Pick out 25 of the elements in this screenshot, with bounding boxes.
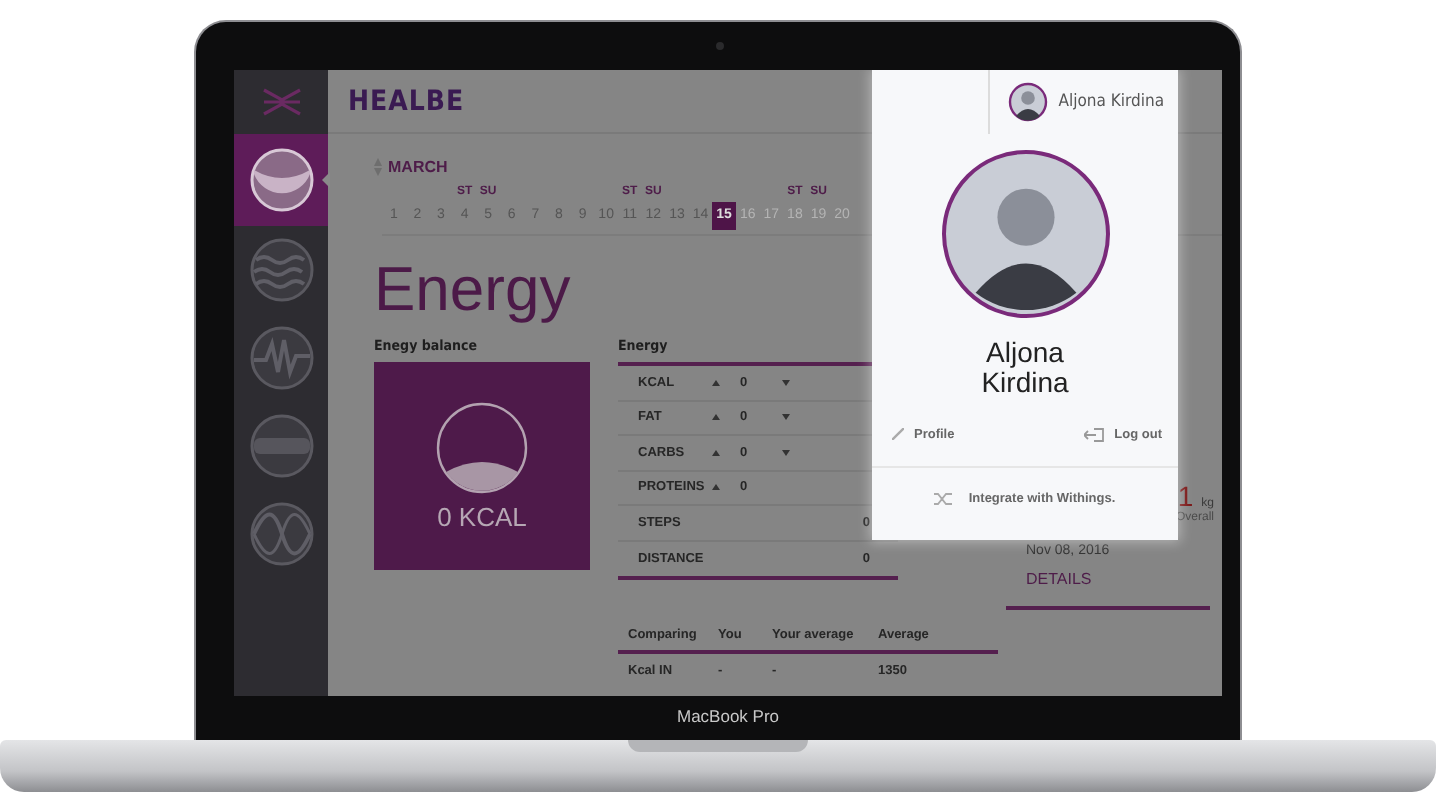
up-arrow-icon <box>712 414 720 421</box>
up-arrow-icon <box>712 379 720 386</box>
weight-value: 1 <box>1177 480 1194 512</box>
user-name[interactable]: Aljona Kirdina <box>1058 92 1164 112</box>
logout-icon <box>1084 427 1105 441</box>
wave-icon <box>247 500 315 568</box>
band-icon <box>247 412 315 480</box>
up-arrow-icon <box>712 449 720 456</box>
month-label: MARCH <box>388 157 448 175</box>
logo-icon <box>259 84 303 120</box>
page-title: Energy <box>374 256 573 324</box>
device-caption: MacBook Pro <box>676 706 780 726</box>
waves-icon <box>247 236 315 304</box>
avatar <box>1008 82 1049 122</box>
bowl-icon <box>436 401 528 493</box>
up-arrow-icon <box>712 484 720 491</box>
app-logo: HEALBE <box>348 85 465 117</box>
details-link[interactable]: DETAILS <box>1006 570 1210 610</box>
bowl-icon <box>247 146 315 214</box>
pencil-icon <box>892 428 904 440</box>
pulse-icon <box>247 324 315 392</box>
shuffle-icon <box>934 491 953 505</box>
kcal-value: 0 KCAL <box>437 501 527 531</box>
sidebar-item[interactable] <box>234 134 328 226</box>
profile-name: Aljona Kirdina <box>979 338 1071 398</box>
